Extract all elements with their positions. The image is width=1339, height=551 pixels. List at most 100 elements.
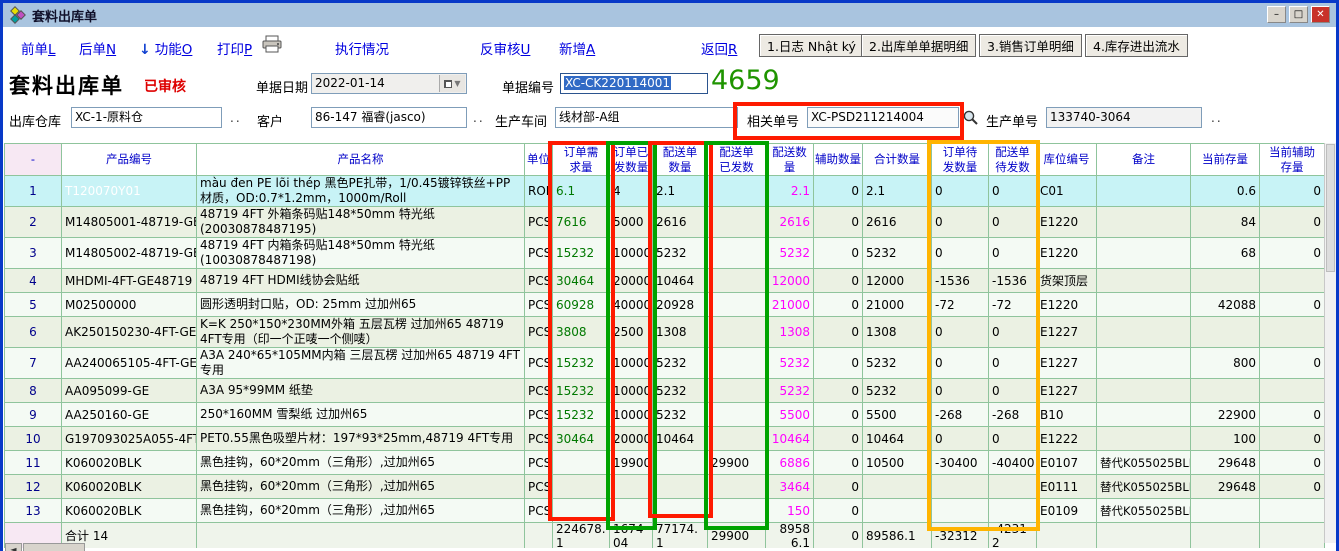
vertical-scrollbar-thumb[interactable] <box>1326 144 1335 272</box>
cell-dispatch_issued[interactable] <box>708 475 766 499</box>
cell-delivery[interactable]: 150 <box>766 499 814 523</box>
cell-remark[interactable] <box>1097 238 1191 269</box>
cell-dispatch_pending[interactable]: 0 <box>989 176 1037 207</box>
col-header-demand[interactable]: 订单需求量 <box>553 144 610 176</box>
cell-location[interactable]: B10 <box>1037 403 1097 427</box>
table-row[interactable]: 6AK250150230-4FT-GEK=K 250*150*230MM外箱 五… <box>5 317 1325 348</box>
cell-pending[interactable]: 0 <box>932 176 989 207</box>
cell-aux_stock[interactable]: 0 <box>1260 293 1325 317</box>
cell-code[interactable]: MHDMI-4FT-GE48719 <box>62 269 197 293</box>
cell-aux[interactable]: 0 <box>814 427 863 451</box>
production-order-field[interactable]: 133740-3064 <box>1046 107 1202 128</box>
cell-issued[interactable] <box>610 475 653 499</box>
cell-delivery[interactable]: 5500 <box>766 403 814 427</box>
cell-issued[interactable]: 19900 <box>610 451 653 475</box>
cell-location[interactable]: E1222 <box>1037 427 1097 451</box>
warehouse-browse-dots[interactable]: .. <box>230 111 242 125</box>
col-header-dispatch_pending[interactable]: 配送单待发数 <box>989 144 1037 176</box>
cell-code[interactable]: M02500000 <box>62 293 197 317</box>
cell-dispatch_pending[interactable]: 0 <box>989 317 1037 348</box>
cell-delivery[interactable]: 6886 <box>766 451 814 475</box>
cell-aux_stock[interactable] <box>1260 499 1325 523</box>
cell-location[interactable]: E0109 <box>1037 499 1097 523</box>
cell-total[interactable]: 5232 <box>863 379 932 403</box>
cell-seq[interactable]: 7 <box>5 348 62 379</box>
cell-name[interactable]: 黑色挂钩，60*20mm（三角形）,过加州65 <box>197 499 525 523</box>
table-row[interactable]: 11K060020BLK黑色挂钩，60*20mm（三角形）,过加州65PCS19… <box>5 451 1325 475</box>
cell-name[interactable]: A3A 95*99MM 纸垫 <box>197 379 525 403</box>
cell-dispatch_pending[interactable]: 0 <box>989 348 1037 379</box>
cell-pending[interactable]: -1536 <box>932 269 989 293</box>
cell-dispatch[interactable]: 10464 <box>653 269 708 293</box>
cell-dispatch_issued[interactable] <box>708 238 766 269</box>
cell-remark[interactable] <box>1097 379 1191 403</box>
cell-demand[interactable] <box>553 499 610 523</box>
cell-issued[interactable]: 40000 <box>610 293 653 317</box>
cell-aux[interactable]: 0 <box>814 379 863 403</box>
menu-prev-doc[interactable]: 前单L <box>21 38 56 58</box>
cell-demand[interactable]: 15232 <box>553 238 610 269</box>
cell-unit[interactable]: PCS <box>525 238 553 269</box>
cell-name[interactable]: PET0.55黑色吸塑片材：197*93*25mm,48719 4FT专用 <box>197 427 525 451</box>
cell-dispatch_pending[interactable]: 0 <box>989 238 1037 269</box>
col-header-delivery[interactable]: 配送数量 <box>766 144 814 176</box>
nav-button-stock-flow[interactable]: 4.库存进出流水 <box>1085 34 1188 57</box>
cell-delivery[interactable]: 12000 <box>766 269 814 293</box>
col-header-name[interactable]: 产品名称 <box>197 144 525 176</box>
cell-seq[interactable]: 6 <box>5 317 62 348</box>
cell-issued[interactable]: 20000 <box>610 427 653 451</box>
cell-demand[interactable]: 6.1 <box>553 176 610 207</box>
cell-stock[interactable] <box>1191 499 1260 523</box>
cell-remark[interactable] <box>1097 348 1191 379</box>
cell-total[interactable]: 21000 <box>863 293 932 317</box>
cell-remark[interactable]: 替代K055025BLK <box>1097 475 1191 499</box>
cell-dispatch_issued[interactable] <box>708 176 766 207</box>
cell-unit[interactable]: PCS <box>525 348 553 379</box>
table-row[interactable]: 2M14805001-48719-GE48719 4FT 外箱条码贴148*50… <box>5 207 1325 238</box>
cell-demand[interactable]: 3808 <box>553 317 610 348</box>
cell-seq[interactable]: 13 <box>5 499 62 523</box>
cell-dispatch_pending[interactable] <box>989 499 1037 523</box>
cell-dispatch[interactable]: 5232 <box>653 403 708 427</box>
cell-aux[interactable]: 0 <box>814 499 863 523</box>
cell-dispatch_pending[interactable]: -1536 <box>989 269 1037 293</box>
cell-total[interactable]: 5232 <box>863 348 932 379</box>
cell-aux_stock[interactable] <box>1260 379 1325 403</box>
cell-pending[interactable]: 0 <box>932 379 989 403</box>
cell-unit[interactable]: PCS <box>525 427 553 451</box>
cell-name[interactable]: màu đen PE lõi thép 黑色PE扎带，1/0.45镀锌铁丝+PP… <box>197 176 525 207</box>
cell-stock[interactable]: 42088 <box>1191 293 1260 317</box>
col-header-issued[interactable]: 订单已发数量 <box>610 144 653 176</box>
cell-dispatch_issued[interactable] <box>708 207 766 238</box>
menu-printer-button[interactable] <box>261 35 283 57</box>
cell-dispatch[interactable]: 2616 <box>653 207 708 238</box>
nav-button-sales-order-detail[interactable]: 3.销售订单明细 <box>979 34 1082 57</box>
cell-demand[interactable] <box>553 475 610 499</box>
cell-stock[interactable]: 800 <box>1191 348 1260 379</box>
cell-unit[interactable]: ROLL <box>525 176 553 207</box>
col-header-dispatch[interactable]: 配送单数量 <box>653 144 708 176</box>
cell-issued[interactable]: 5000 <box>610 207 653 238</box>
cell-remark[interactable] <box>1097 427 1191 451</box>
cell-remark[interactable] <box>1097 317 1191 348</box>
cell-stock[interactable]: 29648 <box>1191 451 1260 475</box>
cell-dispatch_issued[interactable] <box>708 427 766 451</box>
table-row[interactable]: 4MHDMI-4FT-GE4871948719 4FT HDMI线协会贴纸PCS… <box>5 269 1325 293</box>
cell-dispatch[interactable]: 10464 <box>653 427 708 451</box>
cell-aux_stock[interactable]: 0 <box>1260 238 1325 269</box>
cell-aux[interactable]: 0 <box>814 403 863 427</box>
cell-delivery[interactable]: 2.1 <box>766 176 814 207</box>
related-order-field[interactable]: XC-PSD211214004 <box>807 107 959 128</box>
customer-browse-dots[interactable]: .. <box>473 111 485 125</box>
cell-seq[interactable]: 5 <box>5 293 62 317</box>
cell-dispatch[interactable] <box>653 475 708 499</box>
cell-stock[interactable] <box>1191 317 1260 348</box>
cell-remark[interactable]: 替代K055025BLK <box>1097 451 1191 475</box>
menu-next-doc[interactable]: 后单N <box>79 38 116 58</box>
cell-issued[interactable]: 4 <box>610 176 653 207</box>
cell-seq[interactable]: 11 <box>5 451 62 475</box>
table-row[interactable]: 7AA240065105-4FT-GEA3A 240*65*105MM内箱 三层… <box>5 348 1325 379</box>
cell-demand[interactable]: 30464 <box>553 427 610 451</box>
cell-location[interactable]: E1227 <box>1037 379 1097 403</box>
cell-location[interactable]: E1220 <box>1037 293 1097 317</box>
